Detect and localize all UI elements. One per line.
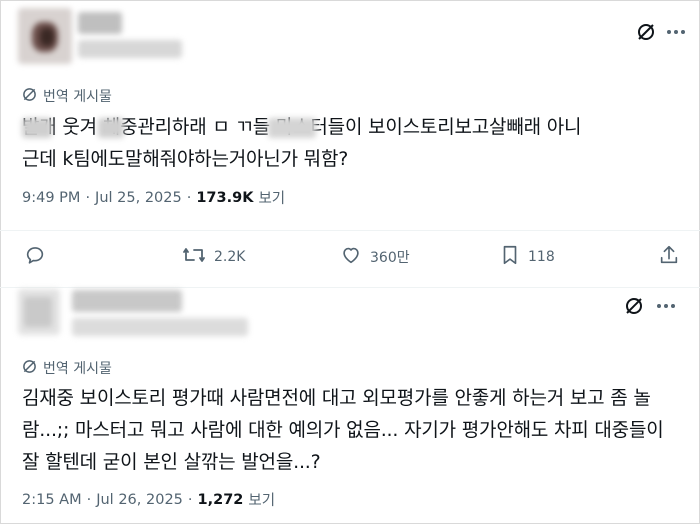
view-label: 보기 [248,493,276,509]
view-count: 173.9K [196,189,254,206]
retweet-icon [182,244,206,270]
separator: · [187,491,193,508]
grok-icon[interactable] [634,20,658,44]
share-button[interactable] [658,244,680,270]
grok-icon[interactable] [622,294,646,318]
user-handle[interactable] [72,318,248,336]
translated-label-text: 번역 게시물 [43,361,112,377]
separator: · [186,189,192,206]
reply-button[interactable] [24,244,54,270]
avatar[interactable] [18,8,72,64]
tweet-time[interactable]: 2:15 AM [22,492,82,508]
tweet-meta: 9:49 PM · Jul 25, 2025 · 173.9K 보기 [22,187,285,208]
display-name[interactable] [78,12,122,34]
like-count: 360만 [370,250,410,266]
more-icon[interactable] [654,294,678,318]
view-count: 1,272 [197,491,244,508]
redacted-text [98,118,124,138]
tweet-text-line-1: 김재중 보이스토리 평가때 사람면전에 대고 외모평가를 안좋게 하는거 보고 … [22,387,651,409]
translate-icon [22,359,37,378]
more-icon[interactable] [664,20,688,44]
user-handle[interactable] [78,40,182,58]
bookmark-count: 118 [528,249,555,265]
avatar[interactable] [18,289,60,335]
tweet-meta: 2:15 AM · Jul 26, 2025 · 1,272 보기 [22,489,275,510]
separator: · [86,491,92,508]
tweet-text-line-2: 람...;; 마스터고 뭐고 사람에 대한 예의가 없음... 자기가 평가안해… [22,419,664,441]
share-icon [658,244,680,270]
reply-icon [24,244,46,270]
translated-label[interactable]: 번역 게시물 [22,358,112,378]
heart-icon [340,244,362,270]
bookmark-icon [500,244,520,270]
tweet-date[interactable]: Jul 25, 2025 [95,190,182,206]
view-label: 보기 [258,191,286,207]
redacted-text [268,118,316,138]
redacted-text [22,118,52,138]
tweet-text-line-2: 근데 k팀에도말해줘야하는거아닌가 뭐함? [22,148,349,170]
translated-label[interactable]: 번역 게시물 [22,86,112,106]
like-button[interactable]: 360만 [340,244,410,270]
tweet-text-line-3: 잘 할텐데 굳이 본인 살깎는 발언을...? [22,451,321,473]
translated-label-text: 번역 게시물 [43,89,112,105]
action-bar: 2.2K 360만 118 [20,244,685,276]
tweet-time[interactable]: 9:49 PM [22,190,80,206]
separator: · [85,189,91,206]
retweet-count: 2.2K [214,249,246,265]
retweet-button[interactable]: 2.2K [182,244,245,270]
divider [0,230,700,231]
tweet-date[interactable]: Jul 26, 2025 [96,492,183,508]
tweet-text: 김재중 보이스토리 평가때 사람면전에 대고 외모평가를 안좋게 하는거 보고 … [22,382,692,478]
display-name[interactable] [72,290,182,312]
divider [0,287,700,288]
translate-icon [22,87,37,106]
bookmark-button[interactable]: 118 [500,244,555,270]
